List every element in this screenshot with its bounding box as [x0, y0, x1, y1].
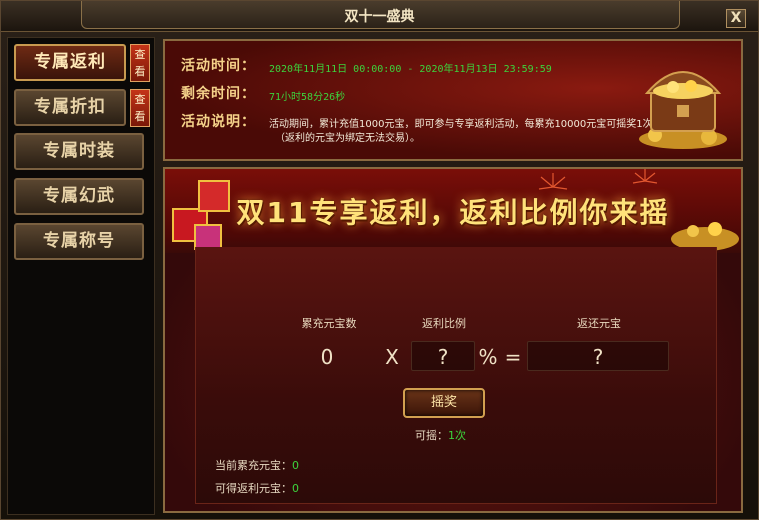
event-window: 双十一盛典 X 专属返利 查看 专属折扣 查看 专属时装 专属幻武 专属称号 活…: [0, 0, 759, 520]
event-info-panel: 活动时间： 2020年11月11日 00:00:00 - 2020年11月13日…: [163, 39, 743, 161]
equals-sign: =: [504, 345, 522, 369]
remaining-shakes-value: 1次: [448, 429, 466, 442]
obtainable-rebate-label: 可得返利元宝：: [215, 482, 292, 495]
time-value: 2020年11月11日 00:00:00 - 2020年11月13日 23:59…: [269, 64, 552, 75]
percent-sign: %: [478, 345, 498, 369]
remaining-value: 71小时58分26秒: [269, 92, 346, 103]
sidebar-item-exclusive-fashion[interactable]: 专属时装: [14, 133, 144, 170]
view-discount-button[interactable]: 查看: [130, 89, 150, 127]
description-line-2: （返利的元宝为绑定无法交易）。: [275, 133, 420, 144]
window-title: 双十一盛典: [344, 9, 415, 25]
description-line-1: 活动期间，累计充值1000元宝，即可参与专享返利活动，每累充10000元宝可摇奖…: [269, 119, 653, 130]
current-recharge-stat: 当前累充元宝：0: [215, 457, 299, 473]
sidebar-item-exclusive-weapon[interactable]: 专属幻武: [14, 178, 144, 215]
treasure-chest-icon: [639, 71, 727, 149]
remaining-shakes: 可摇：1次: [415, 427, 466, 443]
time-label: 活动时间：: [181, 58, 256, 74]
remaining-label: 剩余时间：: [181, 86, 256, 102]
sidebar: 专属返利 查看 专属折扣 查看 专属时装 专属幻武 专属称号: [7, 37, 155, 515]
recharge-column-header: 累充元宝数: [301, 317, 357, 330]
remaining-shakes-label: 可摇：: [415, 429, 448, 442]
return-column-header: 返还元宝: [577, 317, 621, 330]
current-recharge-label: 当前累充元宝：: [215, 459, 292, 472]
view-rebate-button[interactable]: 查看: [130, 44, 150, 82]
description-label: 活动说明：: [181, 114, 256, 130]
ratio-value: ?: [437, 345, 449, 369]
return-value: ?: [592, 345, 604, 369]
sidebar-item-exclusive-title[interactable]: 专属称号: [14, 223, 144, 260]
shake-lottery-button[interactable]: 摇奖: [403, 388, 485, 418]
title-bar: 双十一盛典 X: [1, 1, 758, 32]
multiply-sign: X: [385, 345, 399, 369]
ratio-column-header: 返利比例: [422, 317, 466, 330]
banner: 双11专享返利，返利比例你来摇: [165, 169, 741, 253]
sidebar-item-exclusive-discount[interactable]: 专属折扣: [14, 89, 126, 126]
obtainable-rebate-value: 0: [292, 482, 299, 495]
sidebar-item-exclusive-rebate[interactable]: 专属返利: [14, 44, 126, 81]
obtainable-rebate-stat: 可得返利元宝：0: [215, 480, 299, 496]
rebate-main-panel: 双11专享返利，返利比例你来摇 累充元宝数 返利比例 返还元宝 0 X ? % …: [163, 167, 743, 513]
recharge-value: 0: [320, 345, 334, 369]
banner-title: 双11专享返利，返利比例你来摇: [236, 196, 670, 229]
close-button[interactable]: X: [726, 9, 746, 28]
current-recharge-value: 0: [292, 459, 299, 472]
